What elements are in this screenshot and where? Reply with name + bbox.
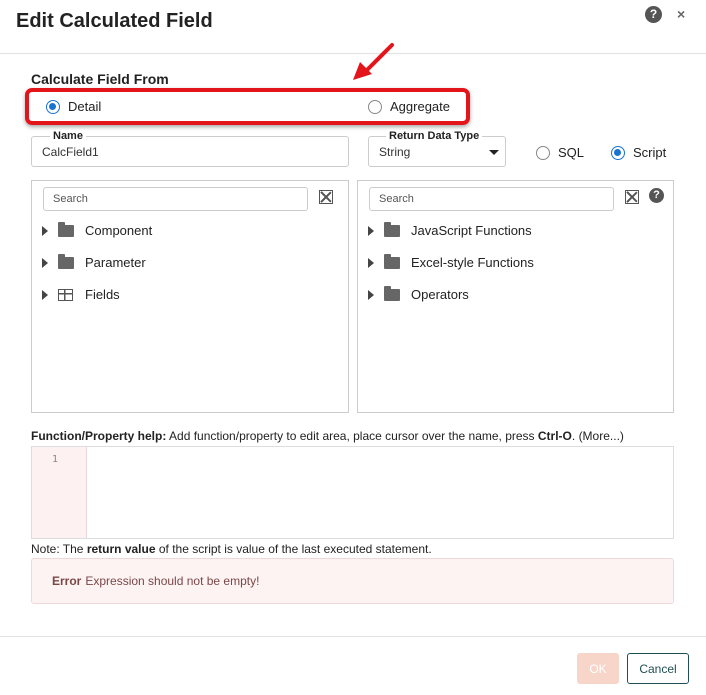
radio-script[interactable]: Script: [611, 145, 666, 160]
tree-item-operators[interactable]: Operators: [368, 285, 469, 302]
tree-item-label: Parameter: [85, 255, 146, 270]
help-icon[interactable]: ?: [649, 188, 664, 203]
radio-aggregate-indicator[interactable]: [368, 99, 382, 114]
editor-gutter: 1: [32, 447, 87, 538]
help-icon[interactable]: ?: [645, 6, 662, 23]
clear-search-icon[interactable]: [319, 190, 333, 204]
radio-aggregate-label: Aggregate: [390, 99, 450, 114]
note-text: Note: The return value of the script is …: [31, 542, 432, 556]
left-search-input[interactable]: Search: [43, 187, 308, 211]
close-icon[interactable]: ×: [677, 6, 685, 22]
cancel-button[interactable]: Cancel: [627, 653, 689, 684]
folder-icon: [58, 221, 74, 237]
tree-item-label: Operators: [411, 287, 469, 302]
note-prefix: Note: The: [31, 542, 87, 556]
help-line-bold: Function/Property help:: [31, 429, 167, 443]
folder-icon: [384, 285, 400, 301]
tree-item-javascript-functions[interactable]: JavaScript Functions: [368, 221, 532, 238]
return-type-value: String: [379, 144, 411, 159]
help-line-tail: .: [571, 429, 579, 443]
tree-item-label: Excel-style Functions: [411, 255, 534, 270]
expand-icon[interactable]: [368, 289, 374, 300]
error-message-box: Error Expression should not be empty!: [31, 558, 674, 604]
tree-item-fields[interactable]: Fields: [42, 287, 120, 302]
name-label: Name: [50, 130, 86, 142]
function-tree-panel: Search ? JavaScript Functions Excel-styl…: [357, 180, 674, 413]
table-icon: [58, 288, 73, 301]
tree-item-label: Component: [85, 223, 153, 238]
radio-detail[interactable]: Detail: [46, 99, 101, 114]
radio-aggregate[interactable]: Aggregate: [368, 99, 450, 114]
radio-detail-indicator[interactable]: [46, 99, 60, 114]
tree-item-label: Fields: [85, 287, 120, 302]
chevron-down-icon: [489, 150, 499, 155]
folder-icon: [384, 253, 400, 269]
note-bold: return value: [86, 542, 156, 556]
error-message: Expression should not be empty!: [85, 574, 260, 588]
line-number: 1: [52, 454, 59, 465]
folder-icon: [58, 253, 74, 269]
right-search-input[interactable]: Search: [369, 187, 614, 211]
error-label: Error: [52, 574, 82, 588]
expand-icon[interactable]: [42, 257, 48, 268]
radio-sql[interactable]: SQL: [536, 145, 584, 160]
radio-sql-indicator[interactable]: [536, 145, 550, 160]
expand-icon[interactable]: [42, 289, 48, 300]
ok-button[interactable]: OK: [577, 653, 619, 684]
tree-item-excel-functions[interactable]: Excel-style Functions: [368, 253, 534, 270]
note-suffix: of the script is value of the last execu…: [155, 542, 432, 556]
tree-item-component[interactable]: Component: [42, 221, 153, 238]
help-line-key: Ctrl-O: [537, 429, 572, 443]
footer-divider: [0, 636, 706, 637]
expand-icon[interactable]: [368, 225, 374, 236]
radio-sql-label: SQL: [558, 145, 585, 160]
dialog-title: Edit Calculated Field: [16, 10, 213, 32]
clear-search-icon[interactable]: [625, 190, 639, 204]
radio-script-label: Script: [633, 145, 667, 160]
annotation-arrow-icon: [353, 43, 394, 80]
radio-script-indicator[interactable]: [611, 145, 625, 160]
calc-from-title: Calculate Field From: [31, 71, 169, 87]
tree-item-label: JavaScript Functions: [411, 223, 532, 238]
radio-detail-label: Detail: [68, 99, 102, 114]
more-link[interactable]: (More...): [579, 429, 624, 443]
component-tree-panel: Search Component Parameter Fields: [31, 180, 349, 413]
folder-icon: [384, 221, 400, 237]
script-editor[interactable]: 1: [31, 446, 674, 539]
expand-icon[interactable]: [368, 257, 374, 268]
expand-icon[interactable]: [42, 225, 48, 236]
help-line-text: Add function/property to edit area, plac…: [166, 429, 538, 443]
function-help-text: Function/Property help: Add function/pro…: [31, 429, 624, 443]
return-type-label: Return Data Type: [386, 130, 483, 142]
name-field-value: CalcField1: [42, 144, 99, 159]
tree-item-parameter[interactable]: Parameter: [42, 253, 146, 270]
